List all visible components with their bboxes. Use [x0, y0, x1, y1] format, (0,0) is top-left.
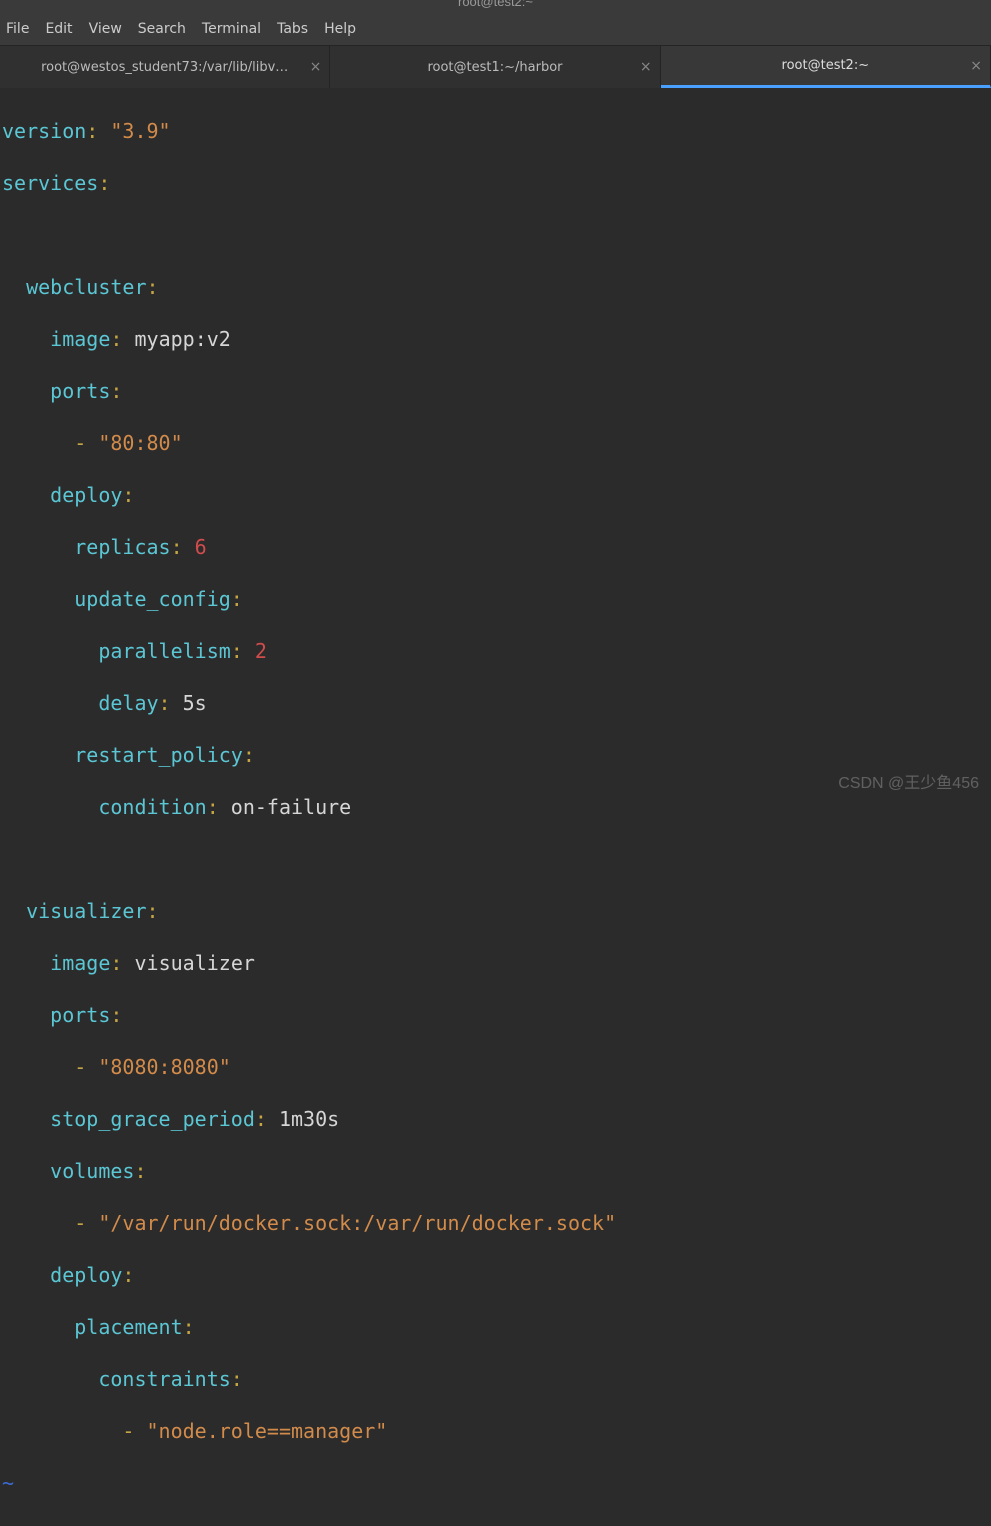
code-line	[2, 846, 989, 872]
window-title: root@test2:~	[458, 0, 533, 9]
tab-1-label: root@westos_student73:/var/lib/libv…	[41, 60, 288, 75]
code-line: webcluster:	[2, 274, 989, 300]
code-line: stop_grace_period: 1m30s	[2, 1106, 989, 1132]
code-line: ports:	[2, 378, 989, 404]
code-line: volumes:	[2, 1158, 989, 1184]
code-line: deploy:	[2, 1262, 989, 1288]
code-line: deploy:	[2, 482, 989, 508]
code-line: placement:	[2, 1314, 989, 1340]
code-line: parallelism: 2	[2, 638, 989, 664]
tab-1-close-icon[interactable]: ×	[310, 59, 322, 75]
tab-3[interactable]: root@test2:~ ×	[661, 46, 991, 88]
code-line: constraints:	[2, 1366, 989, 1392]
tab-2[interactable]: root@test1:~/harbor ×	[330, 46, 660, 88]
code-line: - "node.role==manager"	[2, 1418, 989, 1444]
tab-3-label: root@test2:~	[782, 58, 870, 73]
menubar: File Edit View Search Terminal Tabs Help	[0, 12, 991, 46]
code-line: image: myapp:v2	[2, 326, 989, 352]
menu-help[interactable]: Help	[324, 21, 356, 37]
code-line: - "/var/run/docker.sock:/var/run/docker.…	[2, 1210, 989, 1236]
tabbar: root@westos_student73:/var/lib/libv… × r…	[0, 46, 991, 88]
code-line: image: visualizer	[2, 950, 989, 976]
menu-terminal[interactable]: Terminal	[202, 21, 261, 37]
code-line: visualizer:	[2, 898, 989, 924]
tab-2-close-icon[interactable]: ×	[640, 59, 652, 75]
menu-tabs[interactable]: Tabs	[277, 21, 308, 37]
code-line: services:	[2, 170, 989, 196]
vim-tilde: ~	[2, 1470, 989, 1496]
menu-file[interactable]: File	[6, 21, 29, 37]
code-line: - "80:80"	[2, 430, 989, 456]
window-titlebar: root@test2:~	[0, 0, 991, 12]
code-line: - "8080:8080"	[2, 1054, 989, 1080]
tab-2-label: root@test1:~/harbor	[427, 60, 562, 75]
code-line: restart_policy:	[2, 742, 989, 768]
tab-3-close-icon[interactable]: ×	[970, 58, 982, 74]
code-line: replicas: 6	[2, 534, 989, 560]
tab-1[interactable]: root@westos_student73:/var/lib/libv… ×	[0, 46, 330, 88]
code-line: delay: 5s	[2, 690, 989, 716]
editor-area[interactable]: version: "3.9" services: webcluster: ima…	[0, 88, 991, 1526]
code-line: version: "3.9"	[2, 118, 989, 144]
menu-view[interactable]: View	[89, 21, 122, 37]
code-line: update_config:	[2, 586, 989, 612]
menu-search[interactable]: Search	[138, 21, 186, 37]
code-line: ports:	[2, 1002, 989, 1028]
watermark: CSDN @王少鱼456	[838, 769, 979, 793]
code-line: condition: on-failure	[2, 794, 989, 820]
menu-edit[interactable]: Edit	[45, 21, 72, 37]
code-line	[2, 222, 989, 248]
